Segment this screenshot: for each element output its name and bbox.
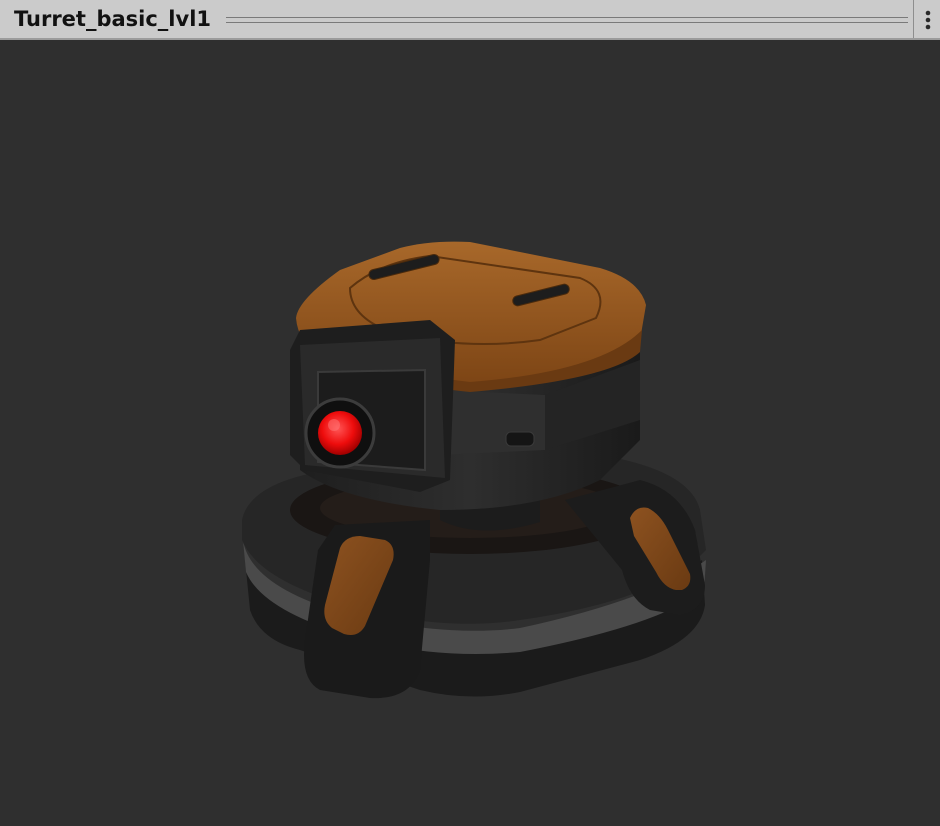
drag-handle[interactable] [226, 17, 908, 23]
more-options-button[interactable] [918, 6, 938, 34]
vertical-ellipsis-icon [925, 10, 931, 30]
asset-preview-window: Turret_basic_lvl1 [0, 0, 940, 826]
red-lens [318, 411, 362, 455]
asset-title: Turret_basic_lvl1 [14, 7, 212, 31]
3d-preview-viewport[interactable] [0, 40, 940, 826]
preview-titlebar[interactable]: Turret_basic_lvl1 [0, 0, 940, 40]
titlebar-divider [913, 0, 914, 38]
turret-model [242, 241, 706, 699]
